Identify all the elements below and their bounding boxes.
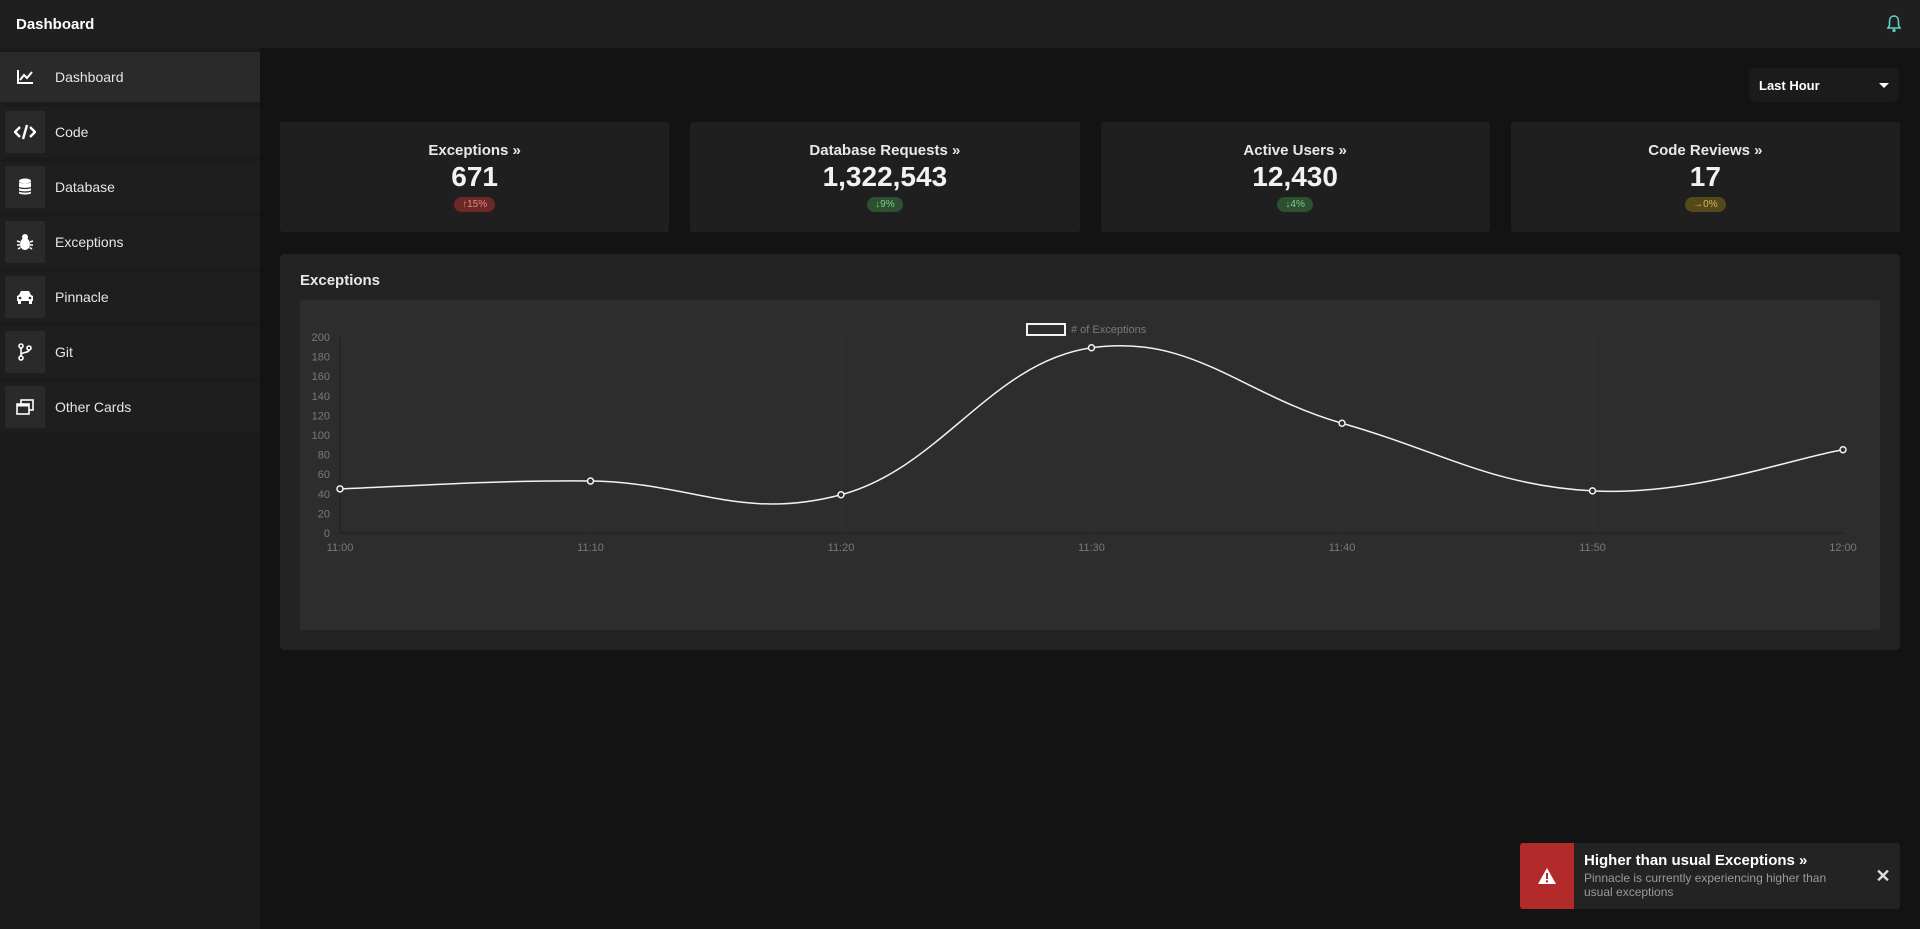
y-tick-label: 60: [318, 469, 330, 481]
card-value: 17: [1689, 161, 1721, 192]
legend-swatch: [1026, 323, 1066, 336]
sidebar-item-git[interactable]: Git: [0, 327, 260, 377]
data-point: [1338, 419, 1346, 427]
x-tick-label: 11:10: [577, 542, 604, 554]
y-tick-label: 160: [312, 371, 330, 383]
stat-card-code-reviews[interactable]: Code Reviews » 17 →0%: [1510, 122, 1900, 232]
sidebar-item-pinnacle[interactable]: Pinnacle: [0, 272, 260, 322]
y-tick-label: 0: [324, 528, 330, 540]
change-badge: →0%: [1685, 197, 1726, 212]
sidebar-item-label: Database: [55, 179, 115, 195]
exceptions-chart-panel: Exceptions 0 20 40 60 80 100 120 140 160 180 200 11…: [280, 254, 1900, 650]
sidebar-item-exceptions[interactable]: Exceptions: [0, 217, 260, 267]
git-branch-icon: [5, 331, 45, 373]
card-title: Exceptions »: [428, 142, 521, 159]
toast-message: Pinnacle is currently experiencing highe…: [1584, 871, 1827, 899]
card-value: 671: [451, 161, 498, 192]
data-point: [837, 491, 845, 499]
y-tick-label: 140: [312, 391, 330, 403]
y-tick-label: 100: [312, 430, 330, 442]
code-icon: [5, 111, 45, 153]
y-tick-label: 20: [318, 508, 330, 520]
x-tick-label: 11:40: [1329, 542, 1356, 554]
sidebar-item-other-cards[interactable]: Other Cards: [0, 382, 260, 432]
exceptions-line-chart: 0 20 40 60 80 100 120 140 160 180 200 11:00 11:10 11:…: [312, 323, 1857, 554]
chart-area: 0 20 40 60 80 100 120 140 160 180 200 11:00 11:10 11:…: [300, 300, 1880, 630]
stat-card-exceptions[interactable]: Exceptions » 671 ↑15%: [280, 122, 670, 232]
y-tick-label: 180: [312, 352, 330, 364]
sidebar-item-database[interactable]: Database: [0, 162, 260, 212]
time-range-value: Last Hour: [1759, 77, 1820, 93]
car-icon: [5, 276, 45, 318]
card-title: Active Users »: [1243, 142, 1347, 159]
card-title: Database Requests »: [809, 142, 961, 159]
y-tick-label: 200: [312, 332, 330, 344]
top-bar: Dashboard: [0, 0, 1920, 48]
sidebar-item-label: Exceptions: [55, 234, 124, 250]
app-title: Dashboard: [16, 15, 95, 33]
toast-title-link[interactable]: Higher than usual Exceptions »: [1584, 852, 1856, 869]
y-tick-label: 80: [318, 450, 330, 462]
warning-icon: [1520, 843, 1574, 909]
data-point: [586, 477, 595, 485]
sidebar-item-label: Git: [55, 344, 73, 360]
toast-body: Higher than usual Exceptions » Pinnacle …: [1574, 843, 1866, 909]
card-value: 1,322,543: [822, 161, 948, 192]
close-icon[interactable]: ✕: [1866, 843, 1900, 909]
x-tick-label: 11:30: [1078, 542, 1105, 554]
stat-card-database-requests[interactable]: Database Requests » 1,322,543 ↓9%: [690, 122, 1080, 232]
sidebar: Dashboard Code Database Exceptions Pinna…: [0, 48, 260, 929]
legend-label: # of Exceptions: [1071, 324, 1147, 336]
data-point: [1839, 445, 1847, 454]
sidebar-item-label: Code: [55, 124, 89, 140]
x-tick-label: 11:20: [828, 542, 855, 554]
time-range-select[interactable]: Last Hour: [1749, 68, 1899, 102]
sidebar-item-label: Other Cards: [55, 399, 132, 415]
sidebar-item-dashboard[interactable]: Dashboard: [0, 52, 260, 102]
data-point: [1087, 344, 1096, 352]
card-title: Code Reviews »: [1648, 142, 1763, 159]
bug-icon: [5, 221, 45, 263]
y-tick-label: 120: [312, 410, 330, 422]
database-icon: [5, 166, 45, 208]
sidebar-item-label: Dashboard: [55, 69, 124, 85]
change-badge: ↑15%: [454, 197, 496, 212]
change-badge: ↓4%: [1277, 197, 1313, 212]
sidebar-item-label: Pinnacle: [55, 289, 109, 305]
sidebar-item-code[interactable]: Code: [0, 107, 260, 157]
y-tick-label: 40: [318, 489, 330, 501]
caret-down-icon: [1879, 82, 1889, 88]
data-point: [1588, 487, 1597, 495]
chart-line-icon: [5, 56, 45, 98]
stat-cards: Exceptions » 671 ↑15% Database Requests …: [280, 122, 1900, 232]
change-badge: ↓9%: [867, 197, 903, 212]
window-restore-icon: [5, 386, 45, 428]
card-value: 12,430: [1252, 161, 1338, 192]
x-tick-label: 11:50: [1579, 542, 1606, 554]
x-tick-label: 11:00: [327, 542, 354, 554]
data-point: [336, 485, 344, 493]
x-tick-label: 12:00: [1829, 542, 1857, 554]
chart-title: Exceptions: [300, 272, 381, 289]
bell-icon[interactable]: [1884, 14, 1904, 34]
stat-card-active-users[interactable]: Active Users » 12,430 ↓4%: [1100, 122, 1490, 232]
alert-toast: Higher than usual Exceptions » Pinnacle …: [1520, 843, 1900, 909]
